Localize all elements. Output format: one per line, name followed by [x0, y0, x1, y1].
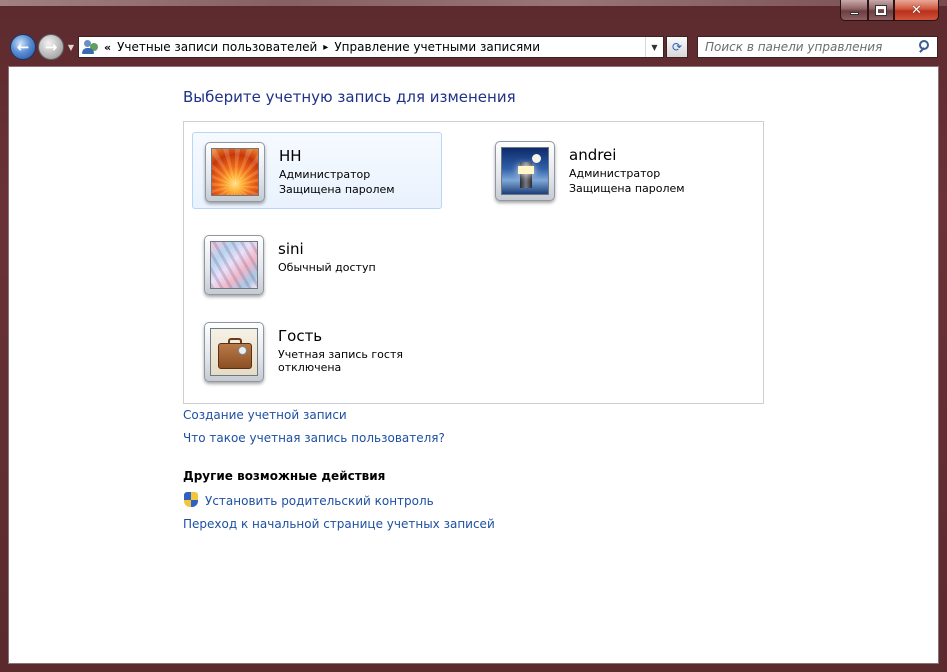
- minimize-button[interactable]: [840, 0, 868, 21]
- address-bar[interactable]: « Учетные записи пользователей ▸ Управле…: [78, 36, 664, 58]
- chevron-down-icon: ▼: [651, 42, 658, 52]
- avatar: [204, 322, 264, 382]
- minimize-icon: [849, 11, 859, 15]
- users-icon: [82, 39, 100, 55]
- other-actions-heading: Другие возможные действия: [183, 469, 386, 483]
- maximize-button[interactable]: [868, 0, 894, 21]
- back-button[interactable]: ←: [10, 34, 36, 60]
- fabric-picture-icon: [210, 241, 258, 289]
- close-icon: ✕: [911, 2, 922, 18]
- refresh-button[interactable]: ⟳: [666, 36, 688, 58]
- create-account-link[interactable]: Создание учетной записи: [183, 408, 347, 422]
- content-pane: Выберите учетную запись для изменения HH…: [8, 66, 939, 664]
- account-tile-andrei[interactable]: andrei Администратор Защищена паролем: [483, 132, 733, 209]
- account-name: Гость: [278, 327, 323, 345]
- page-title: Выберите учетную запись для изменения: [183, 88, 516, 106]
- search-icon[interactable]: [915, 37, 935, 57]
- account-status: Учетная запись гостя отключена: [278, 348, 403, 374]
- account-type: Администратор: [569, 167, 661, 180]
- forward-arrow-icon: →: [44, 38, 58, 56]
- breadcrumb-manage-accounts[interactable]: Управление учетными записями: [334, 40, 540, 54]
- avatar: [495, 141, 555, 201]
- account-name: sini: [278, 240, 304, 258]
- uac-shield-icon: [183, 491, 199, 509]
- account-name: andrei: [569, 146, 617, 164]
- accounts-panel: HH Администратор Защищена паролем andrei…: [183, 121, 764, 404]
- orange-flower-picture-icon: [211, 148, 259, 196]
- what-is-account-link[interactable]: Что такое учетная запись пользователя?: [183, 431, 445, 445]
- briefcase-picture-icon: [210, 328, 258, 376]
- search-input[interactable]: [698, 38, 915, 56]
- search-box[interactable]: [697, 36, 938, 58]
- account-tile-guest[interactable]: Гость Учетная запись гостя отключена: [192, 313, 442, 390]
- parental-control-link[interactable]: Установить родительский контроль: [205, 494, 434, 508]
- avatar: [204, 235, 264, 295]
- breadcrumb-separator-icon[interactable]: ▸: [323, 42, 328, 53]
- accounts-home-link[interactable]: Переход к начальной странице учетных зап…: [183, 517, 495, 531]
- maximize-icon: [876, 5, 886, 15]
- account-type: Обычный доступ: [278, 261, 376, 274]
- window-frame: ✕ ← → ▼ « Учетные записи пользователей ▸…: [0, 0, 947, 672]
- refresh-icon: ⟳: [671, 40, 683, 54]
- breadcrumb-overflow[interactable]: «: [104, 41, 111, 54]
- breadcrumb-user-accounts[interactable]: Учетные записи пользователей: [117, 40, 317, 54]
- account-type: Администратор: [279, 168, 371, 181]
- caption-buttons: ✕: [840, 0, 939, 21]
- close-button[interactable]: ✕: [894, 0, 939, 21]
- address-dropdown-button[interactable]: ▼: [645, 37, 663, 57]
- avatar: [205, 142, 265, 202]
- forward-button[interactable]: →: [38, 34, 64, 60]
- title-bar[interactable]: [0, 0, 947, 6]
- back-arrow-icon: ←: [16, 38, 30, 56]
- account-status: Защищена паролем: [569, 182, 685, 195]
- account-name: HH: [279, 147, 302, 165]
- recent-pages-dropdown[interactable]: ▼: [66, 43, 76, 53]
- account-tile-hh[interactable]: HH Администратор Защищена паролем: [192, 132, 442, 209]
- account-status: Защищена паролем: [279, 183, 395, 196]
- lighthouse-picture-icon: [501, 147, 549, 195]
- account-tile-sini[interactable]: sini Обычный доступ: [192, 226, 442, 303]
